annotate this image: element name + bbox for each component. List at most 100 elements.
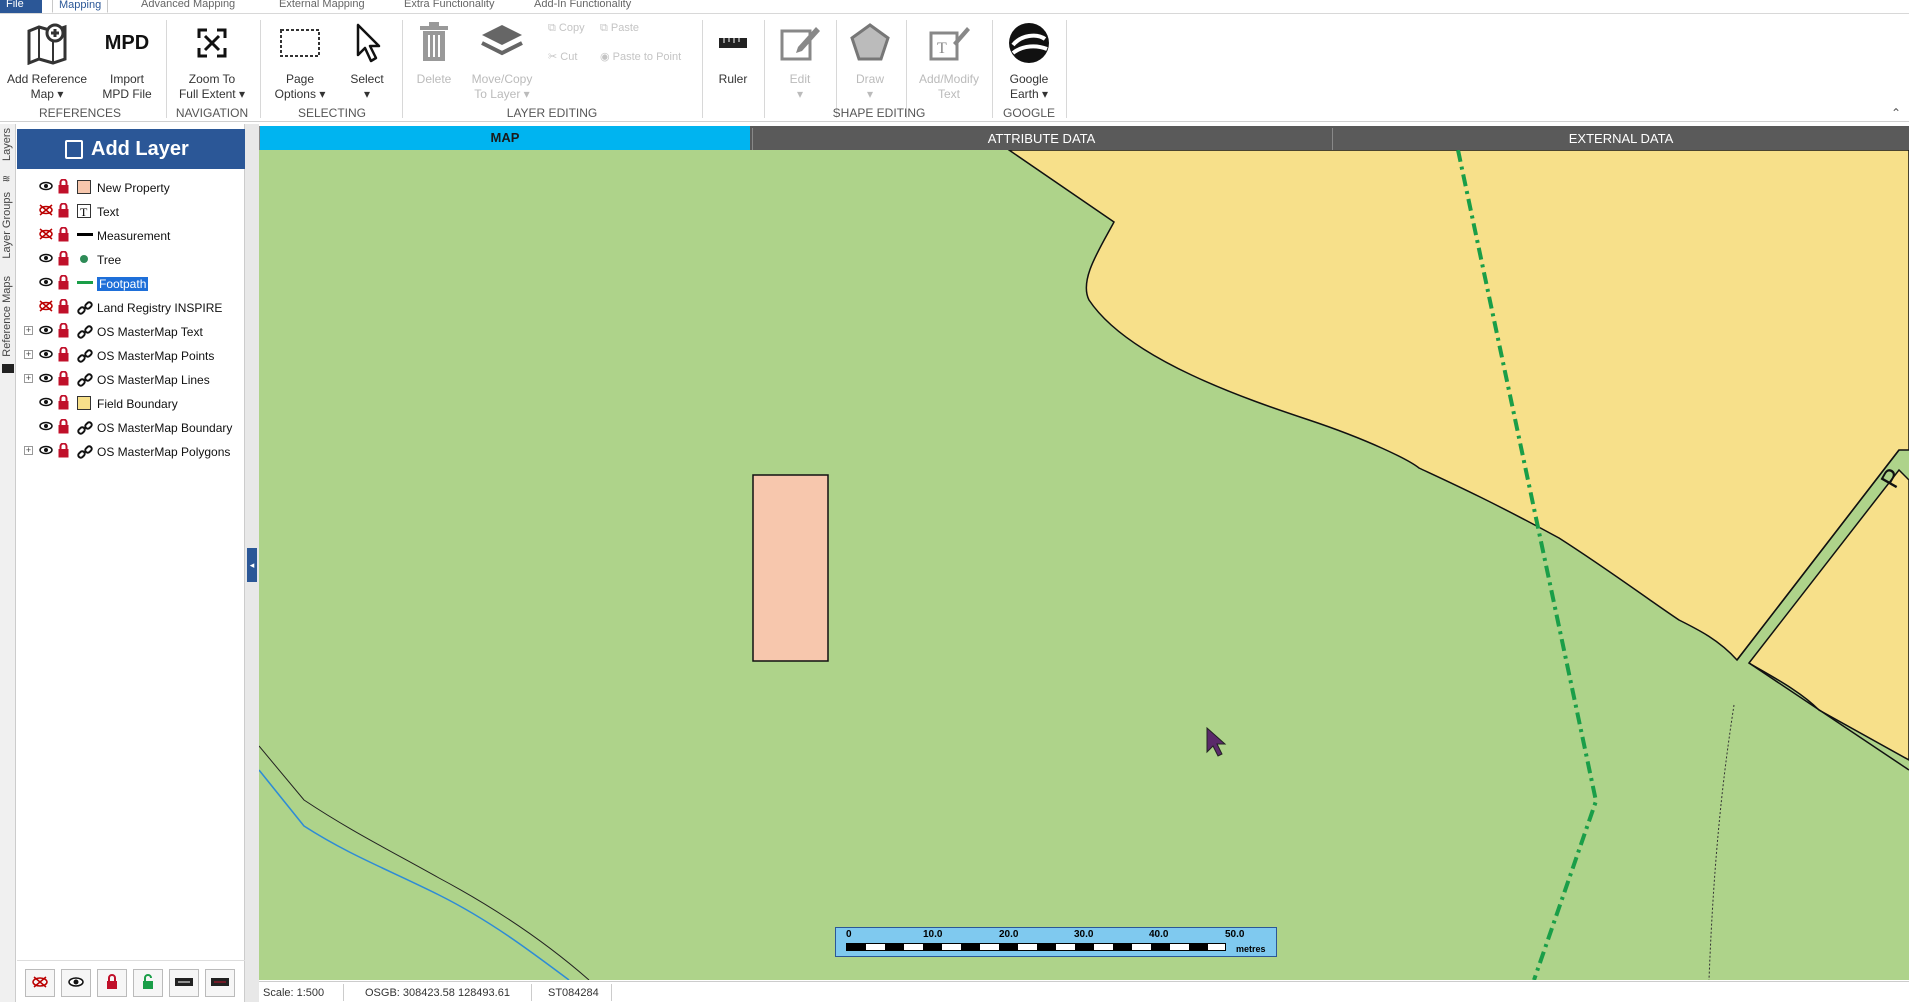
move-copy-to-layer-button[interactable]: Move/Copy To Layer ▾ bbox=[464, 20, 540, 102]
lock-icon[interactable] bbox=[58, 370, 69, 389]
paste-to-point-label: Paste to Point bbox=[612, 51, 682, 63]
mpd-file-icon: MPD bbox=[104, 31, 150, 54]
layer-row[interactable]: + OS MasterMap Polygons bbox=[17, 440, 245, 464]
move-copy-label-1: Move/Copy bbox=[471, 72, 533, 86]
lock-icon[interactable] bbox=[58, 418, 69, 437]
link-icon bbox=[77, 348, 93, 367]
layer-row[interactable]: Field Boundary bbox=[17, 392, 245, 416]
lock-all-button[interactable] bbox=[97, 969, 127, 997]
lock-icon[interactable] bbox=[58, 250, 69, 269]
eye-icon[interactable] bbox=[39, 324, 53, 338]
layer-row[interactable]: + OS MasterMap Lines bbox=[17, 368, 245, 392]
eye-icon[interactable] bbox=[39, 372, 53, 386]
layer-row[interactable]: OS MasterMap Boundary bbox=[17, 416, 245, 440]
add-layer-button[interactable]: Add Layer bbox=[17, 129, 245, 169]
tab-external-mapping[interactable]: External Mapping bbox=[273, 0, 371, 13]
import-mpd-file-button[interactable]: MPD Import MPD File bbox=[96, 20, 158, 102]
tab-extra-functionality[interactable]: Extra Functionality bbox=[398, 0, 500, 13]
group-separator bbox=[764, 20, 765, 118]
expand-icon[interactable]: + bbox=[24, 350, 33, 359]
eye-icon[interactable] bbox=[39, 348, 53, 362]
tab-add-in-functionality[interactable]: Add-In Functionality bbox=[528, 0, 637, 13]
edit-button[interactable]: Edit ▾ bbox=[770, 20, 830, 102]
tab-external-data[interactable]: EXTERNAL DATA bbox=[1332, 128, 1909, 150]
expand-icon[interactable]: + bbox=[24, 374, 33, 383]
cut-button[interactable]: ✂ Cut bbox=[548, 50, 577, 63]
zoom-full-extent-button[interactable]: Zoom To Full Extent ▾ bbox=[172, 20, 252, 102]
lock-icon[interactable] bbox=[58, 298, 69, 317]
ruler-button[interactable]: Ruler bbox=[708, 20, 758, 87]
add-reference-map-label-1: Add Reference bbox=[6, 72, 88, 86]
chevron-down-icon: ▾ bbox=[796, 87, 804, 101]
tab-attribute-data[interactable]: ATTRIBUTE DATA bbox=[752, 128, 1330, 150]
map-canvas[interactable]: P 0 10.0 20.0 30.0 40.0 50.0 metres bbox=[259, 150, 1909, 980]
label-red-icon bbox=[211, 977, 229, 989]
layer-row[interactable]: Measurement bbox=[17, 224, 245, 248]
eye-icon[interactable] bbox=[39, 444, 53, 458]
eye-hidden-icon[interactable] bbox=[39, 204, 53, 219]
layer-name: OS MasterMap Text bbox=[97, 325, 203, 339]
lock-icon[interactable] bbox=[58, 178, 69, 197]
lock-icon[interactable] bbox=[58, 226, 69, 245]
label-off-button[interactable] bbox=[169, 969, 199, 997]
google-earth-button[interactable]: Google Earth ▾ bbox=[998, 20, 1060, 102]
delete-button[interactable]: Delete bbox=[410, 20, 458, 87]
side-tab-layers[interactable]: Layers bbox=[1, 128, 13, 161]
tab-map[interactable]: MAP bbox=[259, 126, 750, 150]
hide-all-button[interactable] bbox=[25, 969, 55, 997]
lock-icon[interactable] bbox=[58, 322, 69, 341]
select-button[interactable]: Select ▾ bbox=[338, 20, 396, 102]
layer-row[interactable]: T Text bbox=[17, 200, 245, 224]
eye-hidden-icon bbox=[32, 975, 48, 991]
layer-row[interactable]: + OS MasterMap Text bbox=[17, 320, 245, 344]
eye-icon[interactable] bbox=[39, 180, 53, 194]
scissors-icon: ✂ bbox=[548, 51, 558, 63]
lock-icon[interactable] bbox=[58, 274, 69, 293]
add-modify-text-button[interactable]: T Add/Modify Text bbox=[910, 20, 988, 102]
group-separator bbox=[836, 20, 837, 118]
tab-advanced-mapping[interactable]: Advanced Mapping bbox=[135, 0, 241, 13]
layer-row[interactable]: Tree bbox=[17, 248, 245, 272]
add-reference-map-label-2: Map bbox=[30, 87, 54, 101]
label-on-button[interactable] bbox=[205, 969, 235, 997]
unlock-all-button[interactable] bbox=[133, 969, 163, 997]
eye-hidden-icon[interactable] bbox=[39, 300, 53, 315]
eye-icon[interactable] bbox=[39, 276, 53, 290]
eye-icon[interactable] bbox=[39, 396, 53, 410]
side-tab-layer-groups[interactable]: Layer Groups bbox=[1, 192, 13, 259]
lock-icon[interactable] bbox=[58, 394, 69, 413]
menu-tab-bar: File Mapping Advanced Mapping External M… bbox=[0, 0, 1909, 14]
copy-button[interactable]: ⧉ Copy bbox=[548, 22, 585, 35]
tab-mapping[interactable]: Mapping bbox=[52, 0, 109, 13]
page-options-button[interactable]: Page Options ▾ bbox=[268, 20, 332, 102]
show-all-button[interactable] bbox=[61, 969, 91, 997]
layer-row[interactable]: Land Registry INSPIRE bbox=[17, 296, 245, 320]
expand-icon[interactable]: + bbox=[24, 446, 33, 455]
layer-name: Field Boundary bbox=[97, 397, 178, 411]
eye-icon[interactable] bbox=[39, 252, 53, 266]
eye-icon[interactable] bbox=[39, 420, 53, 434]
panel-splitter[interactable]: ◂ bbox=[245, 124, 259, 1002]
paste-to-point-button[interactable]: ◉ Paste to Point bbox=[600, 50, 681, 63]
layer-row[interactable]: New Property bbox=[17, 176, 245, 200]
draw-button[interactable]: Draw ▾ bbox=[840, 20, 900, 102]
lock-icon[interactable] bbox=[58, 346, 69, 365]
lock-icon[interactable] bbox=[58, 202, 69, 221]
scale-unit-label: metres bbox=[1236, 944, 1266, 954]
lock-icon[interactable] bbox=[58, 442, 69, 461]
add-layer-icon bbox=[65, 140, 83, 159]
collapse-panel-handle[interactable]: ◂ bbox=[247, 548, 257, 582]
collapse-ribbon-icon[interactable]: ⌃ bbox=[1891, 106, 1901, 120]
layer-row[interactable]: + OS MasterMap Points bbox=[17, 344, 245, 368]
eye-hidden-icon[interactable] bbox=[39, 228, 53, 243]
expand-icon[interactable]: + bbox=[24, 326, 33, 335]
group-label-shape-editing: SHAPE EDITING bbox=[832, 106, 926, 120]
layer-row[interactable]: Footpath bbox=[17, 272, 245, 296]
side-tab-reference-maps[interactable]: Reference Maps bbox=[1, 276, 13, 357]
paste-button[interactable]: ⧉ Paste bbox=[600, 22, 639, 35]
add-reference-map-button[interactable]: Add Reference Map ▾ bbox=[4, 20, 90, 102]
line-symbol-icon bbox=[77, 276, 93, 293]
boundary-line bbox=[259, 745, 590, 980]
lock-icon bbox=[106, 973, 118, 993]
tab-file[interactable]: File bbox=[0, 0, 42, 13]
